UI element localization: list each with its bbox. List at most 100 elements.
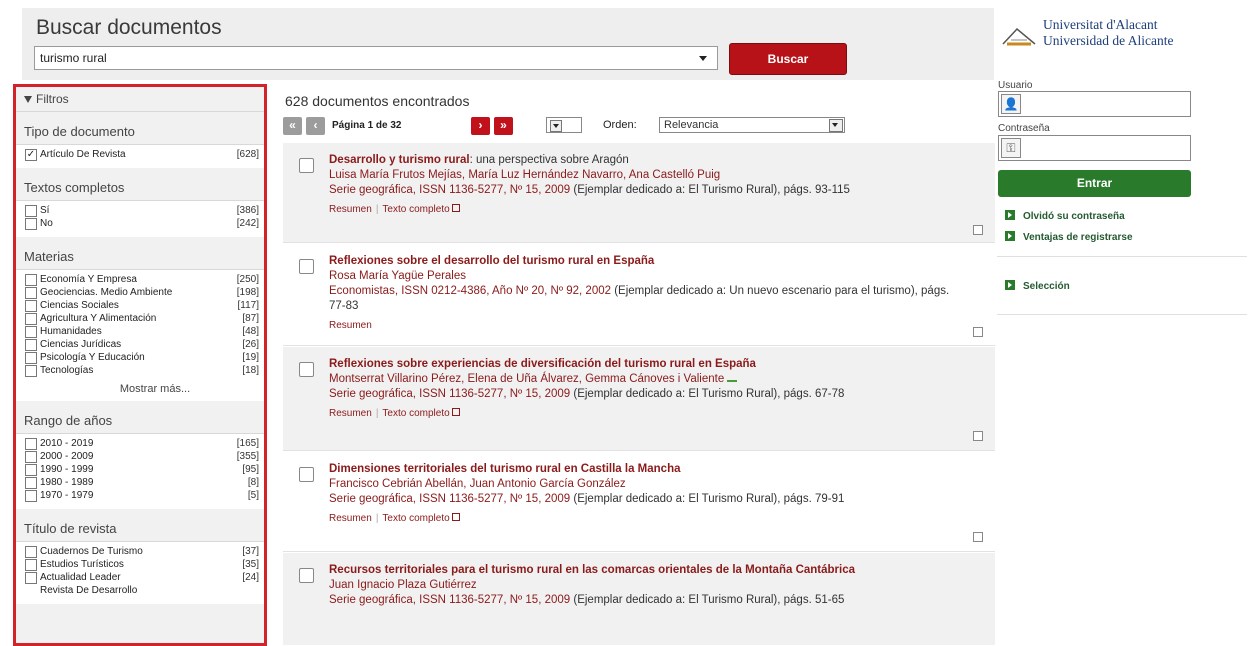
selection-label[interactable]: Selección	[1023, 281, 1070, 292]
filter-item[interactable]: Tecnologías [18]	[16, 365, 264, 377]
document-icon[interactable]	[973, 431, 983, 441]
chevron-down-icon[interactable]	[829, 119, 843, 132]
filter-item[interactable]: 2010 - 2019 [165]	[16, 438, 264, 450]
result-title[interactable]: Recursos territoriales para el turismo r…	[329, 563, 955, 578]
checkbox[interactable]	[25, 218, 37, 230]
register-benefits-label[interactable]: Ventajas de registrarse	[1023, 232, 1133, 243]
filter-item[interactable]: 1980 - 1989 [8]	[16, 477, 264, 489]
result-authors[interactable]: Montserrat Villarino Pérez, Elena de Uña…	[329, 372, 955, 387]
filter-item[interactable]: Sí [386]	[16, 205, 264, 217]
result-title-bold[interactable]: Desarrollo y turismo rural	[329, 154, 470, 166]
result-title[interactable]: Reflexiones sobre el desarrollo del turi…	[329, 254, 955, 269]
last-page-button[interactable]: »	[494, 117, 513, 135]
filter-item[interactable]: Humanidades [48]	[16, 326, 264, 338]
prev-page-button[interactable]: ‹	[306, 117, 325, 135]
chevron-down-icon[interactable]	[699, 56, 707, 61]
document-icon[interactable]	[973, 532, 983, 542]
filter-item[interactable]: Revista De Desarrollo	[16, 585, 264, 597]
next-page-button[interactable]: ›	[471, 117, 490, 135]
document-icon[interactable]	[973, 225, 983, 235]
abstract-link[interactable]: Resumen	[329, 513, 372, 524]
search-input[interactable]: turismo rural	[34, 46, 718, 70]
chevron-down-icon[interactable]	[550, 120, 562, 132]
checkbox[interactable]	[25, 559, 37, 571]
filter-item[interactable]: ✓ Artículo De Revista [628]	[16, 149, 264, 161]
source-link[interactable]: Serie geográfica, ISSN 1136-5277, Nº 15,…	[329, 388, 570, 400]
document-icon[interactable]	[973, 327, 983, 337]
filter-item[interactable]: Estudios Turísticos [35]	[16, 559, 264, 571]
search-button[interactable]: Buscar	[729, 43, 847, 75]
filter-item[interactable]: Ciencias Jurídicas [26]	[16, 339, 264, 351]
result-authors[interactable]: Francisco Cebrián Abellán, Juan Antonio …	[329, 477, 955, 492]
filter-item[interactable]: 1970 - 1979 [5]	[16, 490, 264, 502]
source-link[interactable]: Serie geográfica, ISSN 1136-5277, Nº 15,…	[329, 493, 570, 505]
checkbox[interactable]	[25, 572, 37, 584]
filter-item[interactable]: Ciencias Sociales [117]	[16, 300, 264, 312]
filter-item[interactable]: Actualidad Leader [24]	[16, 572, 264, 584]
filter-item[interactable]: Geociencias. Medio Ambiente [198]	[16, 287, 264, 299]
order-label: Orden:	[603, 119, 637, 131]
source-link[interactable]: Serie geográfica, ISSN 1136-5277, Nº 15,…	[329, 184, 570, 196]
checkbox[interactable]	[25, 300, 37, 312]
register-benefits-link[interactable]: Ventajas de registrarse	[1005, 231, 1133, 243]
abstract-link[interactable]: Resumen	[329, 408, 372, 419]
result-authors[interactable]: Rosa María Yagüe Perales	[329, 269, 955, 284]
filter-label: Sí	[40, 205, 50, 216]
filter-item[interactable]: 2000 - 2009 [355]	[16, 451, 264, 463]
checkbox[interactable]	[25, 546, 37, 558]
checkbox[interactable]	[25, 352, 37, 364]
per-page-select[interactable]: 20	[546, 117, 582, 133]
username-field[interactable]: 👤	[998, 91, 1191, 117]
checkbox[interactable]	[25, 438, 37, 450]
page-title: Buscar documentos	[36, 16, 222, 39]
result-checkbox[interactable]	[299, 467, 314, 482]
checkbox[interactable]	[25, 477, 37, 489]
authors-text[interactable]: Montserrat Villarino Pérez, Elena de Uña…	[329, 373, 724, 385]
username-label: Usuario	[998, 80, 1033, 91]
filter-item[interactable]: Economía Y Empresa [250]	[16, 274, 264, 286]
password-field[interactable]: ⚿	[998, 135, 1191, 161]
checkbox[interactable]	[25, 464, 37, 476]
abstract-link[interactable]: Resumen	[329, 320, 372, 331]
checkbox[interactable]	[25, 287, 37, 299]
filter-item[interactable]: Psicología Y Educación [19]	[16, 352, 264, 364]
external-link-icon	[451, 204, 460, 212]
result-checkbox[interactable]	[299, 568, 314, 583]
checkbox[interactable]	[25, 451, 37, 463]
checkbox[interactable]	[25, 339, 37, 351]
filter-item[interactable]: Agricultura Y Alimentación [87]	[16, 313, 264, 325]
result-title[interactable]: Desarrollo y turismo rural: una perspect…	[329, 153, 955, 168]
result-checkbox[interactable]	[299, 259, 314, 274]
checkbox[interactable]	[25, 313, 37, 325]
filter-item[interactable]: No [242]	[16, 218, 264, 230]
filter-item[interactable]: 1990 - 1999 [95]	[16, 464, 264, 476]
fulltext-link[interactable]: Texto completo	[382, 408, 449, 419]
result-source: Serie geográfica, ISSN 1136-5277, Nº 15,…	[329, 593, 955, 608]
checkbox[interactable]	[25, 205, 37, 217]
login-button[interactable]: Entrar	[998, 170, 1191, 197]
result-source: Serie geográfica, ISSN 1136-5277, Nº 15,…	[329, 387, 955, 402]
show-more-link[interactable]: Mostrar más...	[16, 383, 264, 395]
fulltext-link[interactable]: Texto completo	[382, 204, 449, 215]
checkbox[interactable]	[25, 274, 37, 286]
selection-link[interactable]: Selección	[1005, 280, 1070, 292]
result-authors[interactable]: Luisa María Frutos Mejías, María Luz Her…	[329, 168, 955, 183]
result-checkbox[interactable]	[299, 362, 314, 377]
forgot-password-link[interactable]: Olvidó su contraseña	[1005, 210, 1125, 222]
forgot-password-label[interactable]: Olvidó su contraseña	[1023, 211, 1125, 222]
checkbox[interactable]	[25, 490, 37, 502]
checkbox-checked-icon[interactable]: ✓	[25, 149, 37, 161]
result-authors[interactable]: Juan Ignacio Plaza Gutiérrez	[329, 578, 955, 593]
result-checkbox[interactable]	[299, 158, 314, 173]
source-link[interactable]: Economistas, ISSN 0212-4386, Año Nº 20, …	[329, 285, 611, 297]
checkbox[interactable]	[25, 326, 37, 338]
result-title[interactable]: Dimensiones territoriales del turismo ru…	[329, 462, 955, 477]
filter-item[interactable]: Cuadernos De Turismo [37]	[16, 546, 264, 558]
checkbox[interactable]	[25, 365, 37, 377]
order-select[interactable]: Relevancia	[659, 117, 845, 133]
first-page-button[interactable]: «	[283, 117, 302, 135]
result-title[interactable]: Reflexiones sobre experiencias de divers…	[329, 357, 955, 372]
source-link[interactable]: Serie geográfica, ISSN 1136-5277, Nº 15,…	[329, 594, 570, 606]
fulltext-link[interactable]: Texto completo	[382, 513, 449, 524]
abstract-link[interactable]: Resumen	[329, 204, 372, 215]
